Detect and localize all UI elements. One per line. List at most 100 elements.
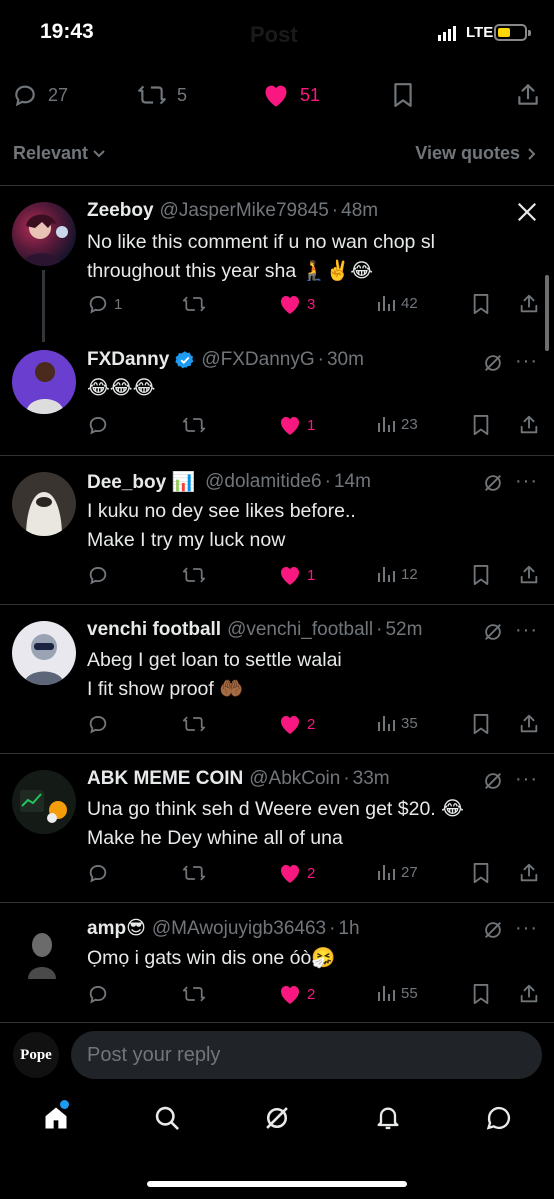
like-button[interactable]: 3 bbox=[278, 293, 315, 315]
views-button[interactable]: 35 bbox=[376, 713, 418, 733]
status-bar: Post 19:43 LTE bbox=[0, 0, 554, 66]
grok-icon[interactable] bbox=[482, 472, 504, 494]
timestamp: 14m bbox=[333, 471, 371, 492]
avatar[interactable] bbox=[12, 472, 76, 536]
bookmark-button[interactable] bbox=[471, 293, 491, 315]
reply-tweet[interactable]: ABK MEME COIN @AbkCoin · 33m ··· Una go … bbox=[0, 754, 554, 902]
reply-button[interactable]: 1 bbox=[87, 293, 122, 315]
reply-tweet[interactable]: amp😎 @MAwojuyigb36463 · 1h ··· Ọmọ i gat… bbox=[0, 903, 554, 1021]
avatar[interactable] bbox=[12, 350, 76, 414]
avatar[interactable] bbox=[12, 770, 76, 834]
grok-icon[interactable] bbox=[482, 352, 504, 374]
heart-icon bbox=[265, 85, 287, 107]
bookmark-button[interactable] bbox=[471, 983, 491, 1005]
reply-button[interactable] bbox=[87, 983, 114, 1005]
avatar[interactable] bbox=[12, 621, 76, 685]
views-button[interactable]: 55 bbox=[376, 983, 418, 1003]
repost-button[interactable]: 5 bbox=[137, 82, 187, 108]
reply-button[interactable] bbox=[87, 862, 114, 884]
tweet-text: I kuku no dey see likes before.. Make I … bbox=[87, 500, 356, 551]
like-count: 51 bbox=[300, 84, 321, 105]
bookmark-button[interactable] bbox=[471, 414, 491, 436]
author-handle[interactable]: @MAwojuyigb36463 bbox=[152, 918, 326, 940]
author-name[interactable]: Zeeboy bbox=[87, 200, 154, 222]
like-button[interactable]: 51 bbox=[262, 82, 320, 108]
avatar[interactable] bbox=[12, 202, 76, 266]
nav-search[interactable] bbox=[153, 1104, 181, 1137]
nav-home[interactable] bbox=[42, 1100, 70, 1137]
grok-icon[interactable] bbox=[482, 770, 504, 792]
share-icon bbox=[518, 564, 540, 586]
author-handle[interactable]: @FXDannyG bbox=[201, 349, 314, 371]
author-name[interactable]: venchi football bbox=[87, 619, 221, 641]
more-icon[interactable]: ··· bbox=[515, 350, 538, 373]
share-button[interactable] bbox=[518, 713, 540, 735]
reply-button[interactable] bbox=[87, 713, 114, 735]
search-icon bbox=[155, 1106, 179, 1130]
share-icon bbox=[518, 713, 540, 735]
like-button[interactable]: 2 bbox=[278, 862, 315, 884]
notifications-icon bbox=[377, 1107, 399, 1130]
view-quotes-link[interactable]: View quotes bbox=[415, 143, 538, 164]
views-button[interactable]: 27 bbox=[376, 862, 418, 882]
share-icon bbox=[518, 862, 540, 884]
like-button[interactable]: 2 bbox=[278, 983, 315, 1005]
reply-tweet[interactable]: Dee_boy 📊 @dolamitide6 · 14m ··· I kuku … bbox=[0, 456, 554, 604]
bookmark-button[interactable] bbox=[471, 862, 491, 884]
repost-icon bbox=[182, 983, 206, 1005]
author-name[interactable]: amp😎 bbox=[87, 917, 146, 940]
reply-button[interactable] bbox=[87, 564, 114, 586]
network-label: LTE bbox=[466, 24, 494, 41]
reply-button[interactable] bbox=[87, 414, 114, 436]
views-button[interactable]: 23 bbox=[376, 414, 418, 434]
author-name[interactable]: FXDanny bbox=[87, 349, 169, 371]
share-button[interactable] bbox=[518, 293, 540, 315]
author-handle[interactable]: @venchi_football bbox=[227, 619, 373, 641]
share-button[interactable] bbox=[518, 564, 540, 586]
scrollbar[interactable] bbox=[545, 275, 549, 351]
grok-icon[interactable] bbox=[482, 919, 504, 941]
share-button[interactable] bbox=[518, 983, 540, 1005]
reply-button[interactable]: 27 bbox=[12, 82, 68, 108]
more-icon[interactable]: ··· bbox=[515, 470, 538, 493]
repost-icon bbox=[182, 414, 206, 436]
more-icon[interactable]: ··· bbox=[515, 917, 538, 940]
nav-messages[interactable] bbox=[484, 1104, 514, 1137]
grok-icon[interactable] bbox=[482, 621, 504, 643]
bookmark-button[interactable] bbox=[471, 564, 491, 586]
author-name[interactable]: Dee_boy 📊 bbox=[87, 470, 195, 494]
bookmark-button[interactable] bbox=[391, 82, 415, 108]
views-button[interactable]: 12 bbox=[376, 564, 418, 584]
like-button[interactable]: 1 bbox=[278, 414, 315, 436]
reply-tweet[interactable]: Zeeboy @JasperMike79845 · 48m No like th… bbox=[0, 186, 554, 342]
avatar[interactable] bbox=[12, 919, 76, 983]
bookmark-button[interactable] bbox=[471, 713, 491, 735]
like-button[interactable]: 2 bbox=[278, 713, 315, 735]
nav-grok[interactable] bbox=[263, 1104, 291, 1137]
nav-notifications[interactable] bbox=[374, 1104, 402, 1137]
views-button[interactable]: 42 bbox=[376, 293, 418, 313]
tweet-text: 😂😂😂 bbox=[87, 377, 156, 399]
reply-input[interactable] bbox=[71, 1031, 542, 1079]
sort-dropdown[interactable]: Relevant bbox=[13, 143, 106, 164]
repost-button[interactable] bbox=[182, 293, 211, 315]
reply-tweet[interactable]: venchi football @venchi_football · 52m ·… bbox=[0, 605, 554, 753]
more-icon[interactable]: ··· bbox=[515, 619, 538, 642]
repost-button[interactable] bbox=[182, 564, 211, 586]
author-handle[interactable]: @AbkCoin bbox=[249, 768, 340, 790]
repost-button[interactable] bbox=[182, 414, 211, 436]
my-avatar[interactable]: Pope bbox=[13, 1032, 59, 1078]
share-button[interactable] bbox=[515, 82, 541, 108]
author-handle[interactable]: @JasperMike79845 bbox=[160, 200, 329, 222]
author-handle[interactable]: @dolamitide6 bbox=[205, 471, 321, 493]
repost-button[interactable] bbox=[182, 983, 211, 1005]
more-icon[interactable]: ··· bbox=[515, 768, 538, 791]
share-button[interactable] bbox=[518, 414, 540, 436]
repost-button[interactable] bbox=[182, 713, 211, 735]
author-name[interactable]: ABK MEME COIN bbox=[87, 768, 243, 790]
repost-button[interactable] bbox=[182, 862, 211, 884]
tweet-actions: 1 12 bbox=[0, 564, 554, 588]
share-button[interactable] bbox=[518, 862, 540, 884]
like-button[interactable]: 1 bbox=[278, 564, 315, 586]
reply-tweet[interactable]: FXDanny @FXDannyG · 30m ··· 😂😂😂 1 23 bbox=[0, 336, 554, 454]
